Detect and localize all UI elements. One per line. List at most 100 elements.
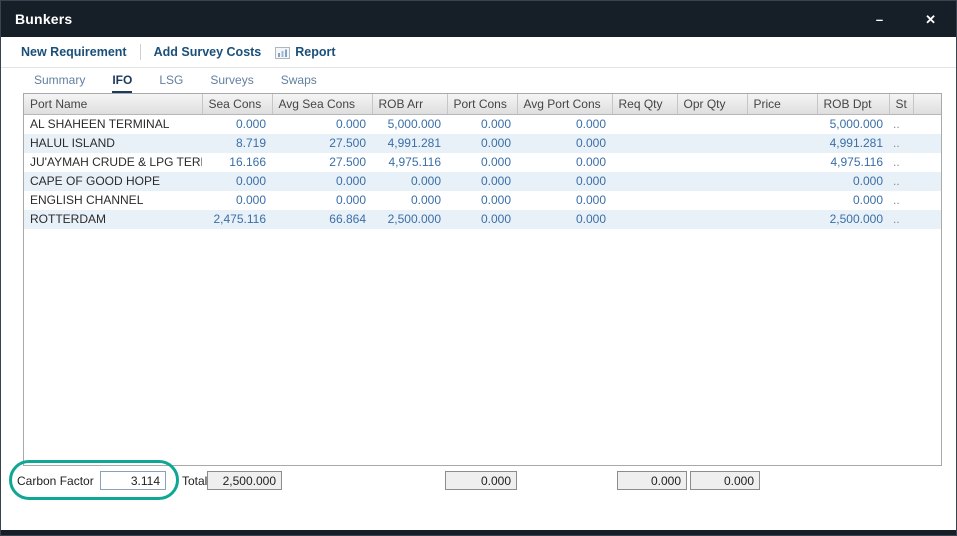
tab-lsg[interactable]: LSG (159, 73, 183, 94)
tab-swaps[interactable]: Swaps (281, 73, 317, 94)
column-header[interactable]: Avg Sea Cons (272, 94, 372, 115)
value-cell[interactable] (677, 115, 747, 134)
value-cell[interactable]: 0.000 (517, 153, 612, 172)
status-cell[interactable]: .. (889, 115, 913, 134)
value-cell[interactable]: 27.500 (272, 153, 372, 172)
column-header[interactable]: Req Qty (612, 94, 677, 115)
total-opr-qty-field: 0.000 (690, 471, 760, 490)
value-cell[interactable] (747, 134, 817, 153)
total-rob-arr-field: 2,500.000 (207, 471, 282, 490)
status-cell[interactable]: .. (889, 153, 913, 172)
column-header[interactable]: Sea Cons (202, 94, 272, 115)
column-header[interactable]: Port Cons (447, 94, 517, 115)
port-name-cell[interactable]: CAPE OF GOOD HOPE (24, 172, 202, 191)
value-cell[interactable]: 0.000 (372, 172, 447, 191)
value-cell[interactable]: 0.000 (447, 115, 517, 134)
status-cell[interactable]: .. (889, 134, 913, 153)
value-cell[interactable]: 0.000 (272, 115, 372, 134)
status-cell[interactable]: .. (889, 191, 913, 210)
column-header[interactable]: Avg Port Cons (517, 94, 612, 115)
value-cell[interactable] (747, 153, 817, 172)
value-cell[interactable]: 0.000 (202, 191, 272, 210)
value-cell[interactable]: 0.000 (372, 191, 447, 210)
table-row[interactable]: HALUL ISLAND8.71927.5004,991.2810.0000.0… (24, 134, 941, 153)
value-cell[interactable]: 0.000 (447, 191, 517, 210)
column-header[interactable]: St (889, 94, 913, 115)
value-cell[interactable]: 0.000 (447, 210, 517, 229)
value-cell[interactable]: 0.000 (447, 172, 517, 191)
table-row[interactable]: CAPE OF GOOD HOPE0.0000.0000.0000.0000.0… (24, 172, 941, 191)
value-cell[interactable] (747, 191, 817, 210)
value-cell[interactable] (612, 134, 677, 153)
value-cell[interactable] (612, 115, 677, 134)
value-cell[interactable] (747, 172, 817, 191)
value-cell[interactable] (612, 172, 677, 191)
report-button[interactable]: Report (275, 45, 335, 59)
value-cell[interactable]: 2,500.000 (372, 210, 447, 229)
tab-bar: Summary IFO LSG Surveys Swaps (1, 68, 956, 94)
table-row[interactable]: ROTTERDAM2,475.11666.8642,500.0000.0000.… (24, 210, 941, 229)
port-name-cell[interactable]: ENGLISH CHANNEL (24, 191, 202, 210)
value-cell[interactable]: 0.000 (517, 172, 612, 191)
value-cell[interactable] (677, 191, 747, 210)
value-cell[interactable]: 4,991.281 (372, 134, 447, 153)
value-cell[interactable]: 0.000 (817, 191, 889, 210)
value-cell[interactable]: 2,500.000 (817, 210, 889, 229)
value-cell[interactable]: 0.000 (447, 153, 517, 172)
value-cell[interactable]: 4,975.116 (372, 153, 447, 172)
value-cell[interactable]: 5,000.000 (817, 115, 889, 134)
value-cell[interactable]: 66.864 (272, 210, 372, 229)
value-cell[interactable]: 8.719 (202, 134, 272, 153)
value-cell[interactable]: 0.000 (817, 172, 889, 191)
table-row[interactable]: JU'AYMAH CRUDE & LPG TERMIN16.16627.5004… (24, 153, 941, 172)
value-cell[interactable]: 0.000 (517, 191, 612, 210)
value-cell[interactable]: 0.000 (202, 115, 272, 134)
column-header[interactable]: ROB Arr (372, 94, 447, 115)
column-header[interactable]: Opr Qty (677, 94, 747, 115)
port-name-cell[interactable]: AL SHAHEEN TERMINAL (24, 115, 202, 134)
value-cell[interactable] (747, 115, 817, 134)
value-cell[interactable] (677, 153, 747, 172)
value-cell[interactable] (677, 210, 747, 229)
total-label: Total (182, 474, 207, 488)
port-name-cell[interactable]: HALUL ISLAND (24, 134, 202, 153)
table-row[interactable]: ENGLISH CHANNEL0.0000.0000.0000.0000.000… (24, 191, 941, 210)
value-cell[interactable] (612, 153, 677, 172)
value-cell[interactable]: 27.500 (272, 134, 372, 153)
value-cell[interactable]: 4,991.281 (817, 134, 889, 153)
value-cell[interactable]: 0.000 (517, 115, 612, 134)
port-name-cell[interactable]: ROTTERDAM (24, 210, 202, 229)
tab-summary[interactable]: Summary (34, 73, 85, 94)
column-header-spacer (913, 94, 941, 115)
column-header[interactable]: Price (747, 94, 817, 115)
add-survey-costs-button[interactable]: Add Survey Costs (154, 45, 262, 59)
value-cell[interactable]: 0.000 (517, 210, 612, 229)
column-header[interactable]: Port Name (24, 94, 202, 115)
value-cell[interactable] (747, 210, 817, 229)
value-cell[interactable]: 0.000 (447, 134, 517, 153)
close-button[interactable]: ✕ (925, 13, 936, 26)
table-row[interactable]: AL SHAHEEN TERMINAL0.0000.0005,000.0000.… (24, 115, 941, 134)
value-cell[interactable] (677, 172, 747, 191)
value-cell[interactable]: 16.166 (202, 153, 272, 172)
value-cell[interactable] (612, 191, 677, 210)
value-cell[interactable]: 0.000 (272, 172, 372, 191)
status-cell[interactable]: .. (889, 210, 913, 229)
value-cell[interactable]: 2,475.116 (202, 210, 272, 229)
new-requirement-button[interactable]: New Requirement (21, 45, 127, 59)
minimize-button[interactable]: – (876, 13, 883, 26)
tab-ifo[interactable]: IFO (112, 73, 132, 94)
value-cell[interactable]: 0.000 (202, 172, 272, 191)
value-cell[interactable]: 5,000.000 (372, 115, 447, 134)
value-cell[interactable]: 0.000 (272, 191, 372, 210)
status-cell[interactable]: .. (889, 172, 913, 191)
value-cell[interactable]: 0.000 (517, 134, 612, 153)
value-cell[interactable]: 4,975.116 (817, 153, 889, 172)
tab-surveys[interactable]: Surveys (210, 73, 253, 94)
value-cell[interactable] (612, 210, 677, 229)
carbon-factor-input[interactable] (100, 471, 166, 490)
minimize-icon: – (876, 12, 883, 27)
value-cell[interactable] (677, 134, 747, 153)
column-header[interactable]: ROB Dpt (817, 94, 889, 115)
port-name-cell[interactable]: JU'AYMAH CRUDE & LPG TERMIN (24, 153, 202, 172)
